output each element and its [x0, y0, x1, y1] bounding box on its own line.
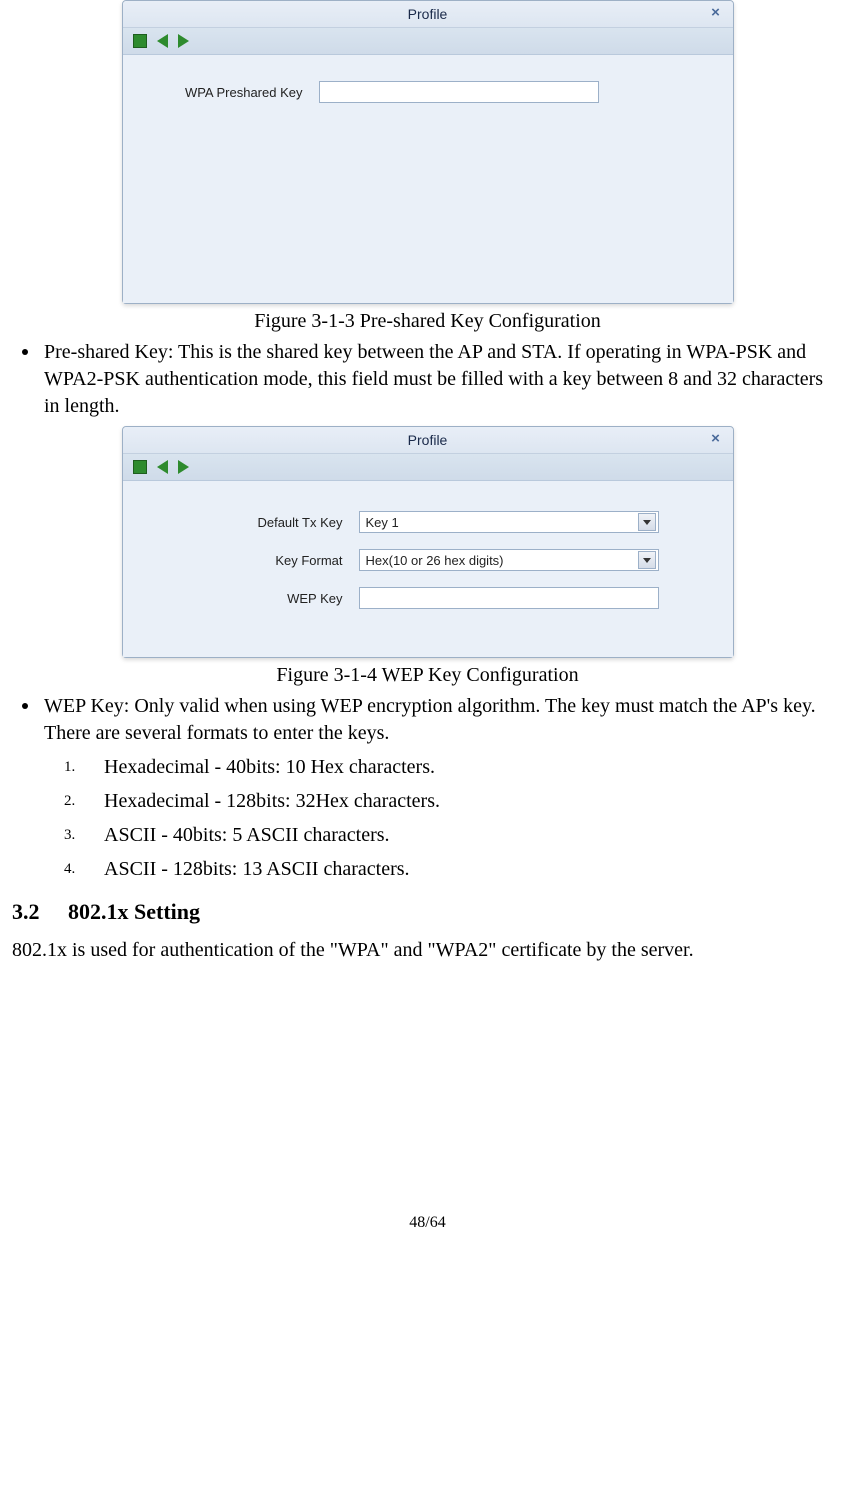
dialog-toolbar: [123, 28, 733, 55]
dialog-titlebar: Profile ×: [123, 1, 733, 28]
form-row-keyformat: Key Format Hex(10 or 26 hex digits): [123, 541, 733, 579]
dialog-title: Profile: [123, 1, 733, 27]
close-icon[interactable]: ×: [707, 4, 725, 22]
psk-label: WPA Preshared Key: [143, 85, 319, 100]
txkey-value: Key 1: [366, 515, 399, 530]
section-title: 802.1x Setting: [68, 899, 200, 924]
dialog-body: WPA Preshared Key: [123, 55, 733, 303]
body-paragraph: 802.1x is used for authentication of the…: [12, 937, 843, 964]
section-number: 3.2: [12, 899, 68, 925]
dialog-titlebar: Profile ×: [123, 427, 733, 454]
bullet-wep: WEP Key: Only valid when using WEP encry…: [40, 693, 843, 747]
wepkey-input[interactable]: [359, 587, 659, 609]
chevron-down-icon: [638, 551, 656, 569]
stop-icon[interactable]: [133, 460, 147, 474]
back-arrow-icon[interactable]: [157, 34, 168, 48]
txkey-select[interactable]: Key 1: [359, 511, 659, 533]
bullet-list-1: Pre-shared Key: This is the shared key b…: [12, 339, 843, 420]
psk-input[interactable]: [319, 81, 599, 103]
profile-dialog-psk: Profile × WPA Preshared Key: [122, 0, 734, 304]
keyformat-select[interactable]: Hex(10 or 26 hex digits): [359, 549, 659, 571]
list-item: ASCII - 40bits: 5 ASCII characters.: [74, 821, 843, 849]
form-row-txkey: Default Tx Key Key 1: [123, 503, 733, 541]
profile-dialog-wep: Profile × Default Tx Key Key 1 Key Forma…: [122, 426, 734, 658]
dialog-body: Default Tx Key Key 1 Key Format Hex(10 o…: [123, 481, 733, 657]
page-number: 48/64: [12, 1214, 843, 1252]
chevron-down-icon: [638, 513, 656, 531]
section-heading: 3.2802.1x Setting: [12, 899, 843, 925]
list-item: Hexadecimal - 40bits: 10 Hex characters.: [74, 753, 843, 781]
txkey-label: Default Tx Key: [143, 515, 359, 530]
keyformat-label: Key Format: [143, 553, 359, 568]
list-item: ASCII - 128bits: 13 ASCII characters.: [74, 855, 843, 883]
close-icon[interactable]: ×: [707, 430, 725, 448]
forward-arrow-icon[interactable]: [178, 34, 189, 48]
stop-icon[interactable]: [133, 34, 147, 48]
dialog-toolbar: [123, 454, 733, 481]
form-row-psk: WPA Preshared Key: [123, 73, 733, 111]
keyformat-value: Hex(10 or 26 hex digits): [366, 553, 504, 568]
list-item: Hexadecimal - 128bits: 32Hex characters.: [74, 787, 843, 815]
wepkey-label: WEP Key: [143, 591, 359, 606]
figure-caption-1: Figure 3-1-3 Pre-shared Key Configuratio…: [12, 310, 843, 333]
numbered-list: Hexadecimal - 40bits: 10 Hex characters.…: [12, 753, 843, 883]
bullet-list-2: WEP Key: Only valid when using WEP encry…: [12, 693, 843, 747]
form-row-wepkey: WEP Key: [123, 579, 733, 617]
back-arrow-icon[interactable]: [157, 460, 168, 474]
figure-caption-2: Figure 3-1-4 WEP Key Configuration: [12, 664, 843, 687]
bullet-psk: Pre-shared Key: This is the shared key b…: [40, 339, 843, 420]
dialog-title: Profile: [123, 427, 733, 453]
forward-arrow-icon[interactable]: [178, 460, 189, 474]
